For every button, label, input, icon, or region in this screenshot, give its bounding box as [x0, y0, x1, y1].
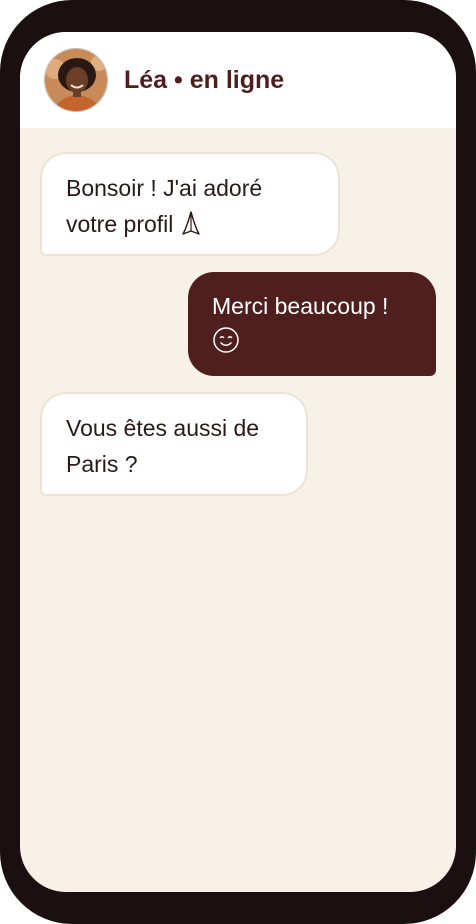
- chat-header: Léa • en ligne: [20, 32, 456, 128]
- message-text: Vous êtes aussi de Paris ?: [66, 415, 260, 477]
- message-bubble-received: Bonsoir ! J'ai adoré votre profil: [40, 152, 340, 256]
- chat-screen: Léa • en ligne Bonsoir ! J'ai adoré votr…: [20, 32, 456, 892]
- message-text: Merci beaucoup !: [212, 293, 389, 319]
- contact-name-status: Léa • en ligne: [124, 66, 285, 94]
- folded-hands-icon: [180, 210, 202, 246]
- message-text: Bonsoir ! J'ai adoré votre profil: [66, 175, 263, 237]
- phone-frame: Léa • en ligne Bonsoir ! J'ai adoré votr…: [0, 0, 476, 924]
- contact-photo: [45, 49, 107, 111]
- message-bubble-received: Vous êtes aussi de Paris ?: [40, 392, 308, 496]
- smiling-face-icon: [212, 326, 240, 364]
- message-bubble-sent: Merci beaucoup !: [188, 272, 436, 376]
- avatar[interactable]: [44, 48, 108, 112]
